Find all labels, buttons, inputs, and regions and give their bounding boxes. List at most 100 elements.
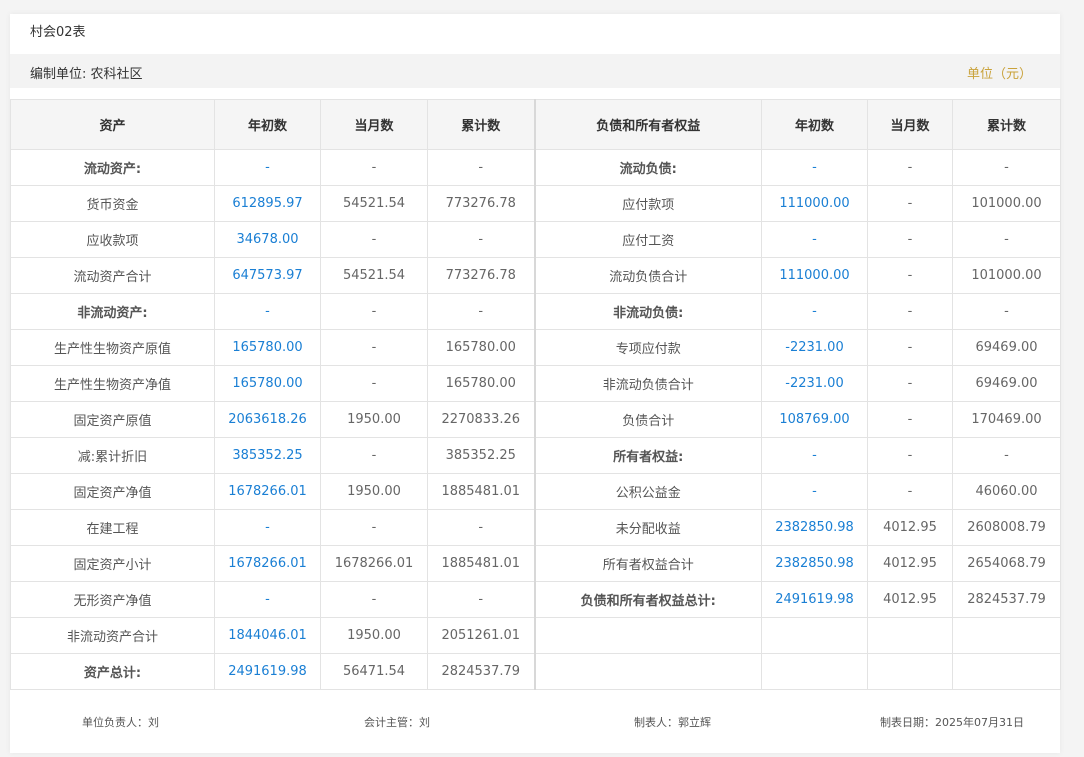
asset-opening-cell[interactable]: - — [214, 581, 321, 618]
asset-opening-cell[interactable]: 647573.97 — [214, 257, 321, 294]
asset-month-cell: - — [320, 221, 428, 258]
liability-opening-cell[interactable]: 2491619.98 — [761, 581, 868, 618]
asset-cumulative-cell: - — [427, 149, 535, 186]
liability-item-cell — [533, 617, 762, 654]
asset-opening-cell[interactable]: 165780.00 — [214, 329, 321, 366]
asset-item-cell: 非流动资产合计 — [10, 617, 215, 654]
currency-unit-label: 单位（元） — [966, 67, 1032, 82]
liability-month-cell: - — [867, 221, 953, 258]
asset-item-cell: 固定资产原值 — [10, 401, 215, 438]
asset-cumulative-cell: 1885481.01 — [427, 473, 535, 510]
liability-month-cell: - — [867, 257, 953, 294]
asset-cumulative-cell: 2270833.26 — [427, 401, 535, 438]
table-row: 固定资产原值 2063618.26 1950.00 2270833.26 负债合计 108… — [10, 401, 1061, 438]
liability-item-cell: 负债合计 — [533, 401, 762, 438]
asset-cumulative-cell: 2051261.01 — [427, 617, 535, 654]
organization-label: 编制单位: 农科社区 — [30, 67, 143, 82]
liability-item-cell: 应付款项 — [533, 185, 762, 222]
asset-month-cell: - — [320, 293, 428, 330]
asset-month-cell: 1950.00 — [320, 617, 428, 654]
liability-month-cell: - — [867, 437, 953, 474]
asset-opening-cell[interactable]: 1678266.01 — [214, 545, 321, 582]
unit-bar: 编制单位: 农科社区 单位（元） — [10, 54, 1060, 88]
asset-opening-cell[interactable]: 612895.97 — [214, 185, 321, 222]
report-card: 村会02表 编制单位: 农科社区 单位（元） 资产 年初数 当月数 累计数 负债… — [10, 14, 1061, 753]
liability-opening-cell[interactable]: - — [761, 221, 868, 258]
signature-footer: 单位负责人：刘 会计主管：刘 制表人：郭立辉 制表日期：2025年07月31日 — [10, 714, 1060, 734]
liability-cumulative-cell — [952, 653, 1061, 690]
liability-opening-cell[interactable]: 2382850.98 — [761, 545, 868, 582]
table-row: 流动资产合计 647573.97 54521.54 773276.78 流动负债合计 11… — [10, 257, 1061, 294]
liability-opening-cell[interactable]: - — [761, 473, 868, 510]
asset-opening-cell[interactable]: 2063618.26 — [214, 401, 321, 438]
liability-opening-cell[interactable]: -2231.00 — [761, 329, 868, 366]
asset-opening-cell[interactable]: 1844046.01 — [214, 617, 321, 654]
liability-item-cell: 负债和所有者权益总计: — [533, 581, 762, 618]
asset-item-cell: 货币资金 — [10, 185, 215, 222]
liability-item-cell: 公积公益金 — [533, 473, 762, 510]
liability-item-cell: 所有者权益合计 — [533, 545, 762, 582]
header-assets-opening: 年初数 — [214, 99, 321, 150]
table-row: 资产总计: 2491619.98 56471.54 2824537.79 — [10, 653, 1061, 690]
report-date-label: 制表日期：2025年07月31日 — [880, 716, 1024, 729]
liability-item-cell: 流动负债合计 — [533, 257, 762, 294]
liability-cumulative-cell: 170469.00 — [952, 401, 1061, 438]
liability-month-cell: 4012.95 — [867, 545, 953, 582]
liability-item-cell: 流动负债: — [533, 149, 762, 186]
asset-item-cell: 资产总计: — [10, 653, 215, 690]
liability-item-cell: 应付工资 — [533, 221, 762, 258]
asset-opening-cell[interactable]: 34678.00 — [214, 221, 321, 258]
liability-month-cell: 4012.95 — [867, 581, 953, 618]
asset-opening-cell[interactable]: 165780.00 — [214, 365, 321, 402]
asset-opening-cell[interactable]: 385352.25 — [214, 437, 321, 474]
asset-cumulative-cell: 2824537.79 — [427, 653, 535, 690]
asset-month-cell: - — [320, 509, 428, 546]
table-row: 固定资产小计 1678266.01 1678266.01 1885481.01 所有者权… — [10, 545, 1061, 582]
liability-cumulative-cell: - — [952, 149, 1061, 186]
asset-month-cell: - — [320, 365, 428, 402]
liability-opening-cell[interactable]: 2382850.98 — [761, 509, 868, 546]
liability-opening-cell[interactable]: - — [761, 437, 868, 474]
asset-month-cell: - — [320, 329, 428, 366]
table-row: 货币资金 612895.97 54521.54 773276.78 应付款项 111000… — [10, 185, 1061, 222]
liability-month-cell: - — [867, 365, 953, 402]
liability-cumulative-cell: 101000.00 — [952, 185, 1061, 222]
liability-opening-cell[interactable]: - — [761, 149, 868, 186]
asset-item-cell: 非流动资产: — [10, 293, 215, 330]
header-liabilities-cumulative: 累计数 — [952, 99, 1061, 150]
liability-opening-cell[interactable]: - — [761, 293, 868, 330]
asset-month-cell: - — [320, 149, 428, 186]
asset-item-cell: 生产性生物资产净值 — [10, 365, 215, 402]
liability-month-cell — [867, 617, 953, 654]
asset-opening-cell[interactable]: 2491619.98 — [214, 653, 321, 690]
table-row: 生产性生物资产净值 165780.00-165780.00 非流动负债合计 -2231… — [10, 365, 1061, 402]
liability-month-cell: - — [867, 401, 953, 438]
liability-month-cell: - — [867, 185, 953, 222]
table-row: 生产性生物资产原值 165780.00-165780.00 专项应付款 -2231.0… — [10, 329, 1061, 366]
asset-opening-cell[interactable]: 1678266.01 — [214, 473, 321, 510]
liability-opening-cell[interactable]: -2231.00 — [761, 365, 868, 402]
liability-opening-cell[interactable]: 111000.00 — [761, 257, 868, 294]
asset-item-cell: 无形资产净值 — [10, 581, 215, 618]
asset-item-cell: 流动资产: — [10, 149, 215, 186]
asset-cumulative-cell: 773276.78 — [427, 257, 535, 294]
asset-opening-cell[interactable]: - — [214, 149, 321, 186]
liability-opening-cell[interactable]: 108769.00 — [761, 401, 868, 438]
asset-month-cell: - — [320, 437, 428, 474]
liability-opening-cell[interactable]: 111000.00 — [761, 185, 868, 222]
header-assets-cumulative: 累计数 — [427, 99, 535, 150]
table-row: 在建工程 - - - 未分配收益 2382850.98 4012.95 2608008.79 — [10, 509, 1061, 546]
liability-cumulative-cell: 2654068.79 — [952, 545, 1061, 582]
liability-cumulative-cell: - — [952, 437, 1061, 474]
table-row: 应收款项 34678.00- - 应付工资 - - - — [10, 221, 1061, 258]
asset-item-cell: 固定资产小计 — [10, 545, 215, 582]
asset-opening-cell[interactable]: - — [214, 293, 321, 330]
header-liabilities-opening: 年初数 — [761, 99, 868, 150]
asset-month-cell: 1678266.01 — [320, 545, 428, 582]
liability-item-cell: 非流动负债合计 — [533, 365, 762, 402]
table-row: 非流动资产: - - - 非流动负债: - - - — [10, 293, 1061, 330]
liability-item-cell: 专项应付款 — [533, 329, 762, 366]
asset-cumulative-cell: - — [427, 221, 535, 258]
asset-opening-cell[interactable]: - — [214, 509, 321, 546]
liability-cumulative-cell: 2608008.79 — [952, 509, 1061, 546]
